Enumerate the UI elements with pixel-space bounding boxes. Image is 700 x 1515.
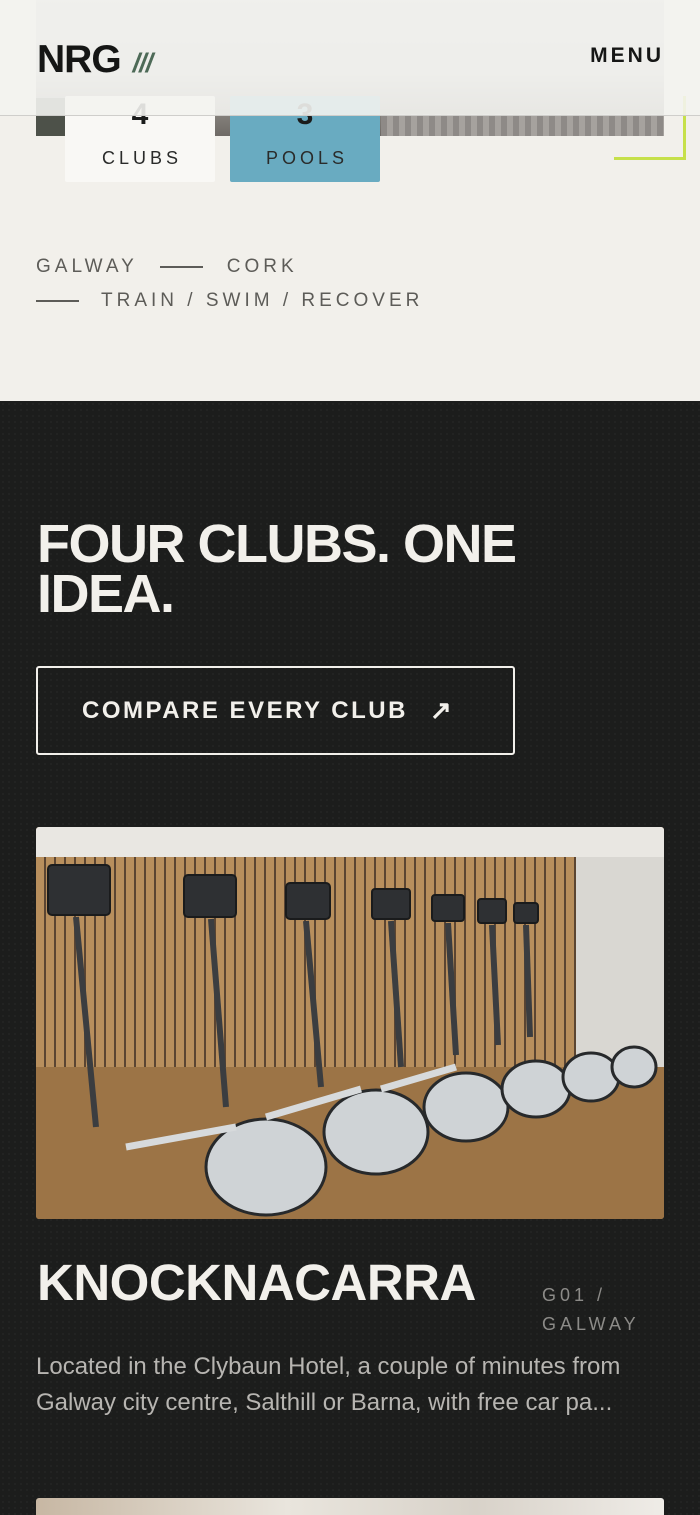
location-cork: CORK — [226, 255, 298, 277]
dash-divider — [36, 299, 79, 302]
stat-label: POOLS — [265, 148, 349, 168]
club-description: Located in the Clybaun Hotel, a couple o… — [36, 1353, 621, 1416]
section-heading: FOUR CLUBS. ONE IDEA. — [37, 514, 517, 624]
logo-mark: /// — [132, 48, 153, 78]
site-header: NRG /// MENU — [0, 0, 700, 116]
compare-button-label: COMPARE EVERY CLUB — [82, 696, 408, 724]
arrow-up-right-icon: ↗ — [429, 695, 455, 725]
club-photo[interactable] — [36, 827, 664, 1219]
stat-label: CLUBS — [101, 148, 183, 168]
dash-divider — [159, 265, 203, 268]
cross-trainers-illustration — [36, 827, 664, 1219]
clubs-section: FOUR CLUBS. ONE IDEA. COMPARE EVERY CLUB… — [0, 401, 700, 1515]
tagline-row: TRAIN / SWIM / RECOVER — [36, 288, 423, 313]
location-galway: GALWAY — [36, 255, 138, 277]
compare-clubs-button[interactable]: COMPARE EVERY CLUB ↗ — [36, 666, 515, 755]
logo[interactable]: NRG /// — [37, 38, 153, 82]
tagline: TRAIN / SWIM / RECOVER — [101, 289, 424, 311]
logo-text: NRG — [37, 38, 122, 81]
location-row: GALWAY CORK — [36, 254, 423, 279]
locations-list: GALWAY CORK TRAIN / SWIM / RECOVER — [36, 254, 423, 322]
club-name[interactable]: KNOCKNACARRA — [37, 1253, 476, 1312]
menu-button[interactable]: MENU — [590, 44, 664, 68]
next-club-photo[interactable] — [36, 1498, 664, 1515]
club-code: G01 / GALWAY — [542, 1285, 640, 1334]
